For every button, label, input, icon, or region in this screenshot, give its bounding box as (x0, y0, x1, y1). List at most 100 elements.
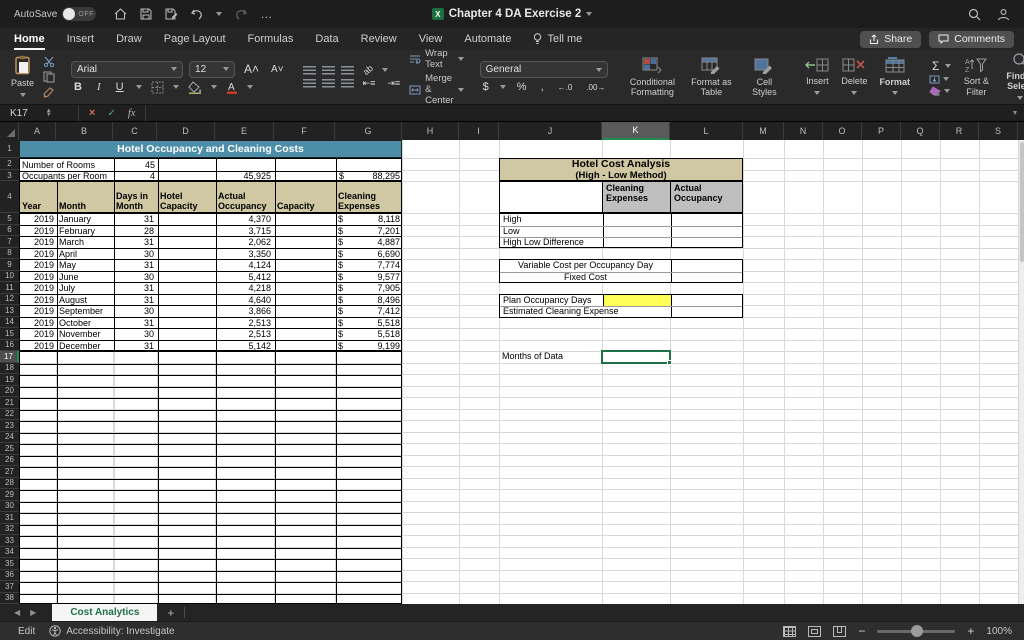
header-capacity[interactable]: Capacity (275, 201, 315, 211)
column-header-I[interactable]: I (459, 122, 499, 140)
row-header-20[interactable]: 20 (0, 386, 19, 398)
increase-decimal-icon[interactable]: ←.0 (555, 83, 576, 92)
borders-icon[interactable] (151, 81, 164, 94)
column-header-Q[interactable]: Q (901, 122, 940, 140)
decrease-font-icon[interactable]: A˅ (268, 64, 287, 75)
cell[interactable]: 2019 (20, 272, 54, 284)
cell[interactable]: 31 (114, 318, 154, 330)
column-header-K[interactable]: K (602, 122, 670, 140)
analysis-col-cleaning[interactable]: Cleaning Expenses (602, 181, 671, 213)
cell[interactable]: 8,118 (275, 214, 400, 226)
row-header-8[interactable]: 8 (0, 248, 19, 260)
cell[interactable]: 5,412 (216, 272, 271, 284)
monthly-row-june[interactable]: 2019June305,412$9,577 (20, 272, 401, 284)
tell-me-button[interactable]: Tell me (533, 33, 582, 45)
scrollbar-thumb[interactable] (1020, 142, 1024, 262)
monthly-row-january[interactable]: 2019January314,370$8,118 (20, 214, 401, 226)
monthly-row-march[interactable]: 2019March312,062$4,887 (20, 237, 401, 249)
page-break-view-icon[interactable] (833, 626, 846, 637)
prev-sheet-icon[interactable]: ◀ (14, 608, 20, 617)
merge-center-dropdown-icon[interactable] (458, 88, 464, 92)
column-header-D[interactable]: D (157, 122, 215, 140)
cell[interactable]: 3,866 (216, 306, 271, 318)
save-as-icon[interactable] (165, 8, 178, 20)
cell[interactable]: January (59, 214, 114, 226)
cell[interactable]: February (59, 226, 114, 238)
column-header-H[interactable]: H (402, 122, 459, 140)
format-cells-button[interactable]: Format (876, 55, 913, 100)
conditional-formatting-button[interactable]: Conditional Formatting (624, 55, 680, 100)
autosave-toggle[interactable]: AutoSave OFF (14, 7, 96, 21)
row-header-1[interactable]: 1 (0, 140, 19, 158)
row-header-5[interactable]: 5 (0, 213, 19, 225)
column-header-G[interactable]: G (335, 122, 402, 140)
header-hotel-capacity[interactable]: Hotel Capacity (158, 191, 215, 211)
header-year[interactable]: Year (20, 201, 41, 211)
save-icon[interactable] (140, 8, 152, 20)
cell[interactable]: October (59, 318, 114, 330)
row-header-30[interactable]: 30 (0, 501, 19, 513)
row-header-28[interactable]: 28 (0, 478, 19, 490)
monthly-row-september[interactable]: 2019September303,866$7,412 (20, 306, 401, 318)
vertical-scrollbar[interactable] (1018, 140, 1024, 604)
wrap-text-dropdown-icon[interactable] (458, 57, 464, 61)
cell[interactable]: 2,513 (216, 318, 271, 330)
autosum-icon[interactable]: Σ (929, 59, 942, 73)
row-header-33[interactable]: 33 (0, 535, 19, 547)
tab-review[interactable]: Review (361, 28, 397, 50)
name-box[interactable]: K17 ▲▼ (0, 108, 78, 119)
row-header-18[interactable]: 18 (0, 363, 19, 375)
orientation-dropdown-icon[interactable] (382, 68, 388, 72)
row-header-25[interactable]: 25 (0, 443, 19, 455)
monthly-row-july[interactable]: 2019July314,218$7,905 (20, 283, 401, 295)
cell-A2[interactable]: Number of Rooms (22, 160, 95, 171)
monthly-row-february[interactable]: 2019February283,715$7,201 (20, 226, 401, 238)
cell[interactable]: 5,518 (275, 318, 400, 330)
currency-format-icon[interactable]: $ (480, 81, 492, 93)
select-all-corner[interactable] (0, 122, 19, 140)
row-header-29[interactable]: 29 (0, 489, 19, 501)
cell[interactable]: 6,690 (275, 249, 400, 261)
analysis-col-occupancy[interactable]: Actual Occupancy (670, 181, 743, 213)
borders-dropdown-icon[interactable] (173, 85, 179, 89)
tab-draw[interactable]: Draw (116, 28, 142, 50)
cell[interactable]: 2,062 (216, 237, 271, 249)
cell[interactable]: 30 (114, 329, 154, 341)
cell-J5-high[interactable]: High (500, 214, 742, 226)
undo-dropdown-icon[interactable] (216, 12, 222, 16)
find-select-button[interactable]: Find & Select (1001, 50, 1024, 104)
align-right-icon[interactable] (341, 79, 354, 88)
monthly-row-may[interactable]: 2019May314,124$7,774 (20, 260, 401, 272)
cell[interactable]: 2019 (20, 318, 54, 330)
wrap-text-icon[interactable] (409, 54, 421, 64)
align-center-icon[interactable] (322, 79, 335, 88)
cell[interactable]: 30 (114, 306, 154, 318)
analysis-title-cell[interactable]: Hotel Cost Analysis (High - Low Method) (499, 158, 743, 181)
row-header-14[interactable]: 14 (0, 317, 19, 329)
name-box-steppers[interactable]: ▲▼ (46, 109, 52, 117)
cell[interactable]: May (59, 260, 114, 272)
cell[interactable]: 2019 (20, 214, 54, 226)
cell-J17-months-label[interactable]: Months of Data (502, 351, 563, 363)
row-header-21[interactable]: 21 (0, 397, 19, 409)
cell-styles-button[interactable]: Cell Styles (742, 55, 786, 100)
row-header-9[interactable]: 9 (0, 259, 19, 271)
cell[interactable]: 4,370 (216, 214, 271, 226)
cell-J13-estimated[interactable]: Estimated Cleaning Expense (500, 306, 742, 318)
number-format-select[interactable]: General (480, 61, 608, 78)
comma-format-icon[interactable]: , (538, 81, 547, 93)
cell[interactable]: 2019 (20, 329, 54, 341)
title-chevron-icon[interactable] (586, 12, 592, 16)
zoom-slider[interactable] (877, 630, 955, 633)
row-header-11[interactable]: 11 (0, 282, 19, 294)
zoom-slider-knob[interactable] (911, 625, 923, 637)
cell[interactable]: 2,513 (216, 329, 271, 341)
cell[interactable]: 2019 (20, 260, 54, 272)
page-layout-view-icon[interactable] (808, 626, 821, 637)
row-header-3[interactable]: 3 (0, 170, 19, 181)
increase-indent-icon[interactable]: ⇥≡ (384, 78, 403, 89)
font-color-dropdown-icon[interactable] (247, 85, 253, 89)
row-header-16[interactable]: 16 (0, 340, 19, 352)
tab-page-layout[interactable]: Page Layout (164, 28, 226, 50)
underline-button[interactable]: U (113, 81, 127, 93)
